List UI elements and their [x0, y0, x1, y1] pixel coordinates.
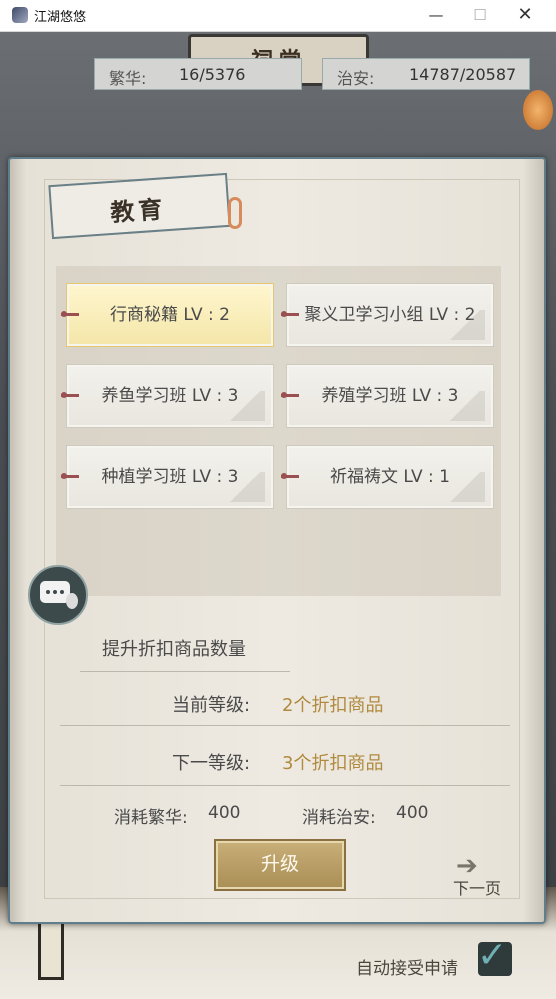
- window-titlebar: 江湖悠悠 — ☐ ✕: [0, 0, 556, 32]
- window-title: 江湖悠悠: [34, 10, 87, 25]
- skill-card-guard-study[interactable]: 聚义卫学习小组 LV : 2: [281, 283, 494, 347]
- pin-icon: [281, 311, 299, 317]
- panel-heading: 教育: [109, 194, 168, 228]
- skill-label: 养鱼学习班 LV : 3: [101, 386, 239, 406]
- current-level-value: 2个折扣商品: [282, 695, 384, 716]
- mountain-decoration: [225, 472, 265, 502]
- pin-icon: [61, 311, 79, 317]
- pin-icon: [61, 392, 79, 398]
- gourd-icon: [66, 593, 78, 609]
- current-level-label: 当前等级:: [172, 695, 251, 716]
- divider: [80, 671, 290, 672]
- chat-button[interactable]: [28, 565, 88, 625]
- mountain-decoration: [225, 391, 265, 421]
- security-value: 14787/20587: [409, 65, 517, 84]
- minimize-button[interactable]: —: [422, 4, 450, 26]
- divider: [60, 785, 510, 786]
- skill-label: 种植学习班 LV : 3: [101, 467, 239, 487]
- skill-card-prayer[interactable]: 祈福祷文 LV : 1: [281, 445, 494, 509]
- upgrade-button[interactable]: 升级: [214, 839, 346, 891]
- cost-security-value: 400: [396, 803, 429, 823]
- security-label: 治安:: [337, 69, 375, 88]
- skill-card-merchant[interactable]: 行商秘籍 LV : 2: [61, 283, 274, 347]
- skill-label: 行商秘籍 LV : 2: [110, 305, 230, 325]
- prosperity-stat: 繁华: 16/5376: [94, 58, 302, 90]
- mountain-decoration: [445, 310, 485, 340]
- skill-description: 提升折扣商品数量: [102, 639, 246, 660]
- maximize-button[interactable]: ☐: [466, 4, 494, 26]
- checkmark-icon: ✓: [477, 935, 508, 976]
- app-icon: [12, 7, 28, 23]
- security-stat: 治安: 14787/20587: [322, 58, 530, 90]
- prosperity-label: 繁华:: [109, 69, 147, 88]
- cost-security-label: 消耗治安:: [302, 808, 376, 828]
- next-level-value: 3个折扣商品: [282, 753, 384, 774]
- lantern-icon: [523, 90, 553, 130]
- pin-icon: [61, 473, 79, 479]
- pin-icon: [281, 473, 299, 479]
- skill-card-breeding[interactable]: 养殖学习班 LV : 3: [281, 364, 494, 428]
- game-scene: 祠堂 繁华: 16/5376 治安: 14787/20587 自动接受申请 ✓ …: [0, 32, 556, 999]
- ribbon-icon: [228, 197, 242, 229]
- cost-prosperity-value: 400: [208, 803, 241, 823]
- prosperity-value: 16/5376: [179, 65, 246, 84]
- next-page-link[interactable]: 下一页: [453, 875, 501, 899]
- pin-icon: [281, 392, 299, 398]
- cost-prosperity-label: 消耗繁华:: [114, 808, 188, 828]
- skill-label: 祈福祷文 LV : 1: [330, 467, 450, 487]
- skill-card-fishing[interactable]: 养鱼学习班 LV : 3: [61, 364, 274, 428]
- auto-accept-label: 自动接受申请: [356, 959, 458, 979]
- divider: [60, 725, 510, 726]
- mountain-decoration: [445, 391, 485, 421]
- skill-card-planting[interactable]: 种植学习班 LV : 3: [61, 445, 274, 509]
- education-panel: 教育 行商秘籍 LV : 2 聚义卫学习小组 LV : 2 养鱼学习班 LV :…: [8, 157, 546, 924]
- next-level-label: 下一等级:: [172, 753, 251, 774]
- mountain-decoration: [445, 472, 485, 502]
- skill-label: 养殖学习班 LV : 3: [321, 386, 459, 406]
- close-button[interactable]: ✕: [511, 4, 539, 26]
